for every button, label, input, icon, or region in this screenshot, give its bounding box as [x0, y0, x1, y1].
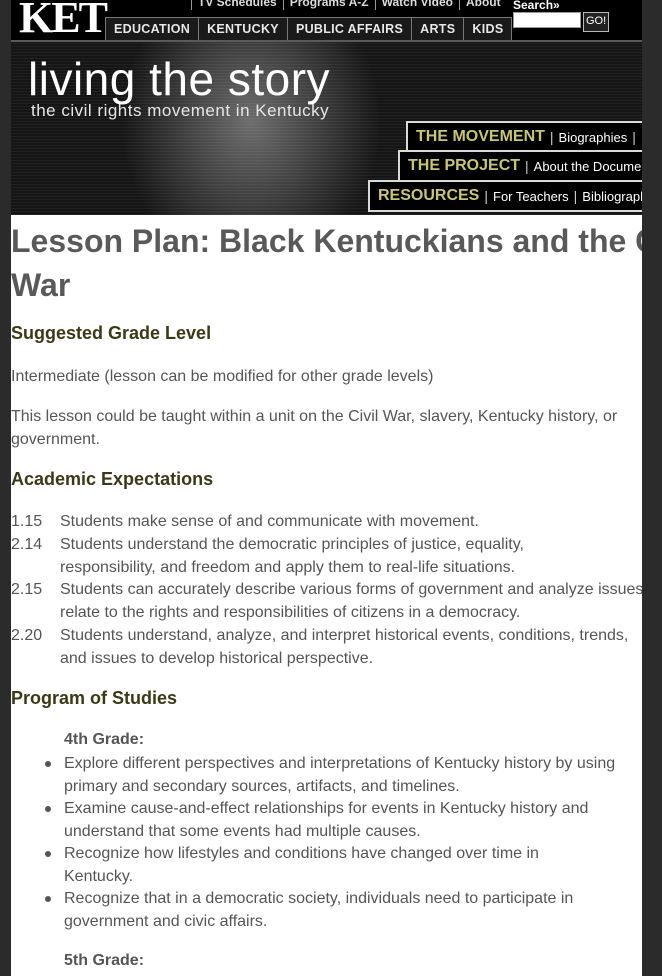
nav-arts[interactable]: ARTS: [412, 18, 465, 40]
grade-5-label: 5th Grade:: [64, 952, 145, 969]
academic-expectations-heading: Academic Expectations: [11, 469, 214, 489]
bullet-icon: [45, 896, 51, 902]
list-item-text: Examine cause-and-effect relationships f…: [64, 800, 589, 840]
top-nav-about[interactable]: About: [458, 0, 507, 10]
top-nav: TV Schedules Programs A-Z Watch Video Ab…: [191, 0, 507, 10]
nav-kids[interactable]: KIDS: [464, 18, 511, 40]
bullet-icon: [45, 851, 51, 857]
grade-4-label: 4th Grade:: [64, 731, 145, 748]
grade-level-heading: Suggested Grade Level: [11, 323, 212, 343]
top-nav-tv-schedules[interactable]: TV Schedules: [191, 0, 283, 10]
search-label: Search»: [513, 0, 560, 12]
list-item: Examine cause-and-effect relationships f…: [45, 797, 642, 843]
separator: |: [549, 129, 554, 145]
grade-level-text: Intermediate (lesson can be modified for…: [11, 368, 434, 385]
separator: |: [484, 188, 488, 204]
ae-text: Students can accurately describe various…: [60, 581, 642, 621]
list-item: Recognize how lifestyles and conditions …: [45, 842, 604, 888]
section-movement-link[interactable]: THE MOVEMENT: [416, 128, 545, 146]
bullet-icon: [45, 761, 51, 767]
list-item-text: Recognize that in a democratic society, …: [64, 890, 574, 930]
list-item: Explore different perspectives and inter…: [45, 752, 639, 798]
page-frame: KET TV Schedules Programs A-Z Watch Vide…: [11, 0, 642, 976]
program-of-studies-heading: Program of Studies: [11, 688, 178, 708]
ae-number: 1.15: [11, 513, 43, 530]
separator: |: [525, 158, 529, 174]
for-teachers-link[interactable]: For Teachers: [493, 189, 569, 204]
separator: |: [573, 188, 578, 204]
ket-logo[interactable]: KET: [19, 0, 108, 43]
main-nav: EDUCATION KENTUCKY PUBLIC AFFAIRS ARTS K…: [105, 17, 513, 41]
ae-text: Students understand, analyze, and interp…: [60, 627, 629, 667]
site-title[interactable]: living the story: [28, 52, 330, 106]
section-resources-link[interactable]: RESOURCES: [378, 187, 479, 205]
nav-education[interactable]: EDUCATION: [106, 18, 200, 40]
ae-number: 2.15: [11, 581, 43, 598]
ae-number: 2.20: [11, 627, 43, 644]
section-nav-project: THE PROJECT | About the Documentary: [398, 150, 642, 182]
search-go-button[interactable]: GO!: [583, 12, 610, 32]
top-nav-programs[interactable]: Programs A-Z: [282, 0, 375, 10]
ae-text: Students understand the democratic princ…: [60, 536, 524, 576]
separator: |: [632, 129, 636, 145]
site-subtitle: the civil rights movement in Kentucky: [31, 101, 330, 120]
nav-public-affairs[interactable]: PUBLIC AFFAIRS: [288, 18, 413, 40]
top-nav-watch-video[interactable]: Watch Video: [374, 0, 459, 10]
bibliography-link[interactable]: Bibliography: [582, 189, 642, 204]
site-header: KET TV Schedules Programs A-Z Watch Vide…: [11, 0, 642, 215]
biographies-link[interactable]: Biographies: [559, 130, 628, 145]
ae-text: Students make sense of and communicate w…: [60, 513, 479, 530]
section-nav-movement: THE MOVEMENT | Biographies |: [406, 121, 642, 153]
nav-kentucky[interactable]: KENTUCKY: [199, 18, 288, 40]
about-documentary-link[interactable]: About the Documentary: [534, 159, 642, 174]
list-item: Recognize that in a democratic society, …: [45, 887, 639, 933]
list-item-text: Recognize how lifestyles and conditions …: [64, 845, 539, 885]
page-title: Lesson Plan: Black Kentuckians and the C…: [11, 223, 642, 303]
list-item-text: Explore different perspectives and inter…: [64, 755, 616, 795]
unit-description: This lesson could be taught within a uni…: [11, 408, 618, 448]
bullet-icon: [45, 806, 51, 812]
search-input[interactable]: [513, 12, 581, 28]
section-project-link[interactable]: THE PROJECT: [408, 157, 520, 175]
section-nav-resources: RESOURCES | For Teachers | Bibliography: [368, 180, 642, 212]
ae-number: 2.14: [11, 536, 43, 553]
